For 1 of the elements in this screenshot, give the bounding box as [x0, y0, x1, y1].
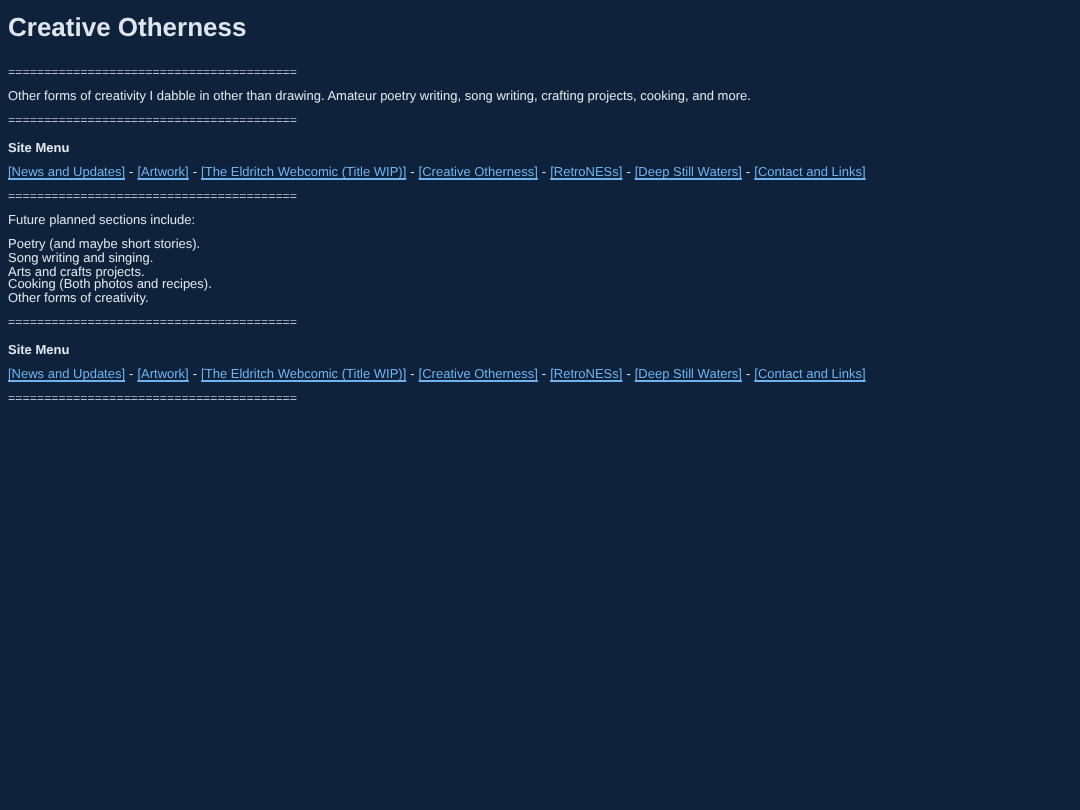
page-title: Creative Otherness — [8, 12, 247, 44]
